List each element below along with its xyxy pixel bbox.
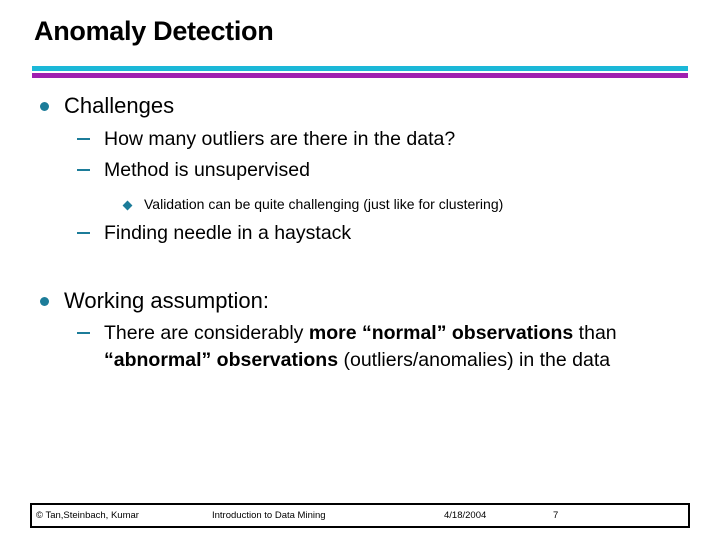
dash-bullet-icon [77,169,90,172]
bullet-label-how-many-outliers: How many outliers are there in the data? [104,127,456,150]
emphasis-text: more “normal” observations [308,322,574,345]
divider-purple-band [32,73,688,78]
slide-footer: © Tan,Steinbach, Kumar Introduction to D… [30,503,690,528]
bullet-item-working-assumption: Working assumption: [34,287,694,316]
footer-subject: Introduction to Data Mining [212,510,326,521]
bullet-label-needle-haystack: Finding needle in a haystack [104,222,352,245]
bullet-item-method-unsupervised: Method is unsupervised [34,157,694,184]
bullet-item-how-many-outliers: How many outliers are there in the data? [34,126,694,153]
footer-copyright: © Tan,Steinbach, Kumar [36,510,139,521]
dash-bullet-icon [77,232,90,235]
plain-text: (outliers/anomalies) in the data [338,348,611,371]
bullet-item-challenges: Challenges [34,92,694,121]
slide-body: Challenges How many outliers are there i… [34,92,694,373]
filled-circle-bullet-icon [40,296,49,306]
dash-bullet-icon [77,137,90,140]
bullet-item-needle-haystack: Finding needle in a haystack [34,220,694,247]
filled-circle-bullet-icon [40,102,49,111]
bullet-label-method-unsupervised: Method is unsupervised [104,159,310,182]
emphasis-text: “abnormal” observations [104,348,339,371]
dash-bullet-icon [77,332,90,335]
diamond-bullet-icon [122,200,133,211]
footer-page-number: 7 [553,510,559,521]
bullet-label-normal-vs-abnormal: There are considerably more “normal” obs… [104,320,694,373]
bullet-label-challenges: Challenges [64,93,175,118]
slide-canvas: Anomaly Detection Challenges How many ou… [0,0,720,540]
bullet-item-normal-vs-abnormal: There are considerably more “normal” obs… [34,320,694,373]
footer-date: 4/18/2004 [444,510,487,521]
page-title: Anomaly Detection [34,16,274,46]
plain-text: There are considerably [104,322,309,345]
bullet-item-validation-challenging: Validation can be quite challenging (jus… [34,195,694,215]
bullet-label-working-assumption: Working assumption: [64,287,270,313]
bullet-label-validation-challenging: Validation can be quite challenging (jus… [144,195,504,212]
plain-text: than [573,322,617,345]
